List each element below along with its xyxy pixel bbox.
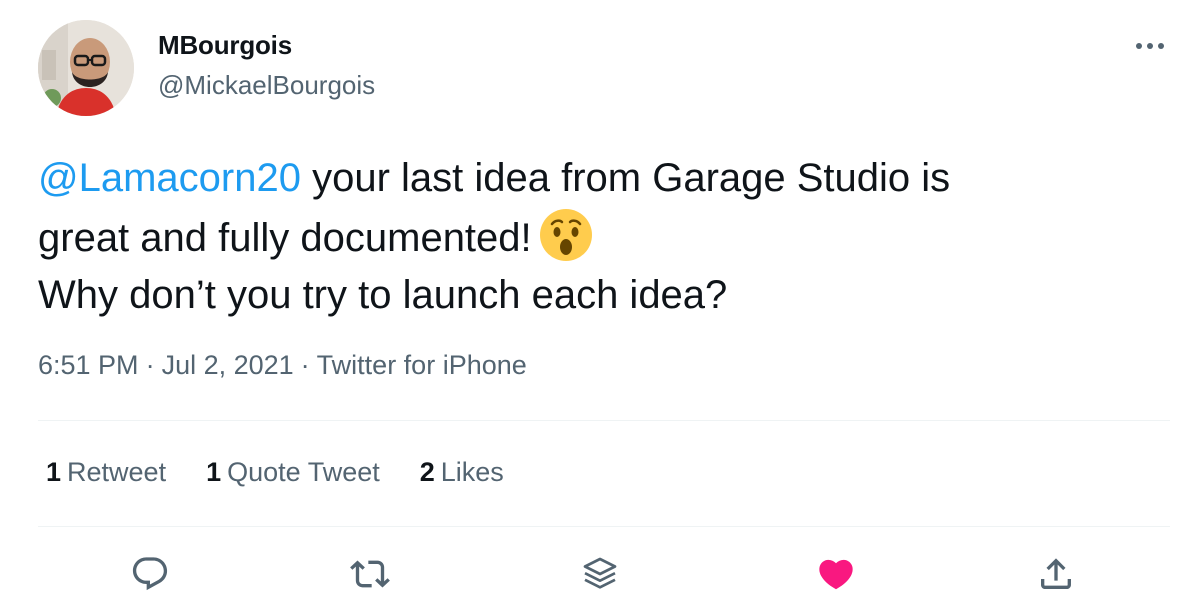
hushed-face-emoji-icon [538, 207, 594, 263]
heart-filled-icon [819, 559, 853, 590]
tweet-text: @Lamacorn20 your last idea from Garage S… [38, 150, 1148, 324]
meta-separator: · [300, 350, 310, 380]
more-options-button[interactable] [1128, 28, 1172, 64]
layers-icon [583, 557, 617, 589]
display-name[interactable]: MBourgois [158, 30, 292, 61]
tweet-line-2: great and fully documented! [38, 207, 1148, 267]
avatar-photo-icon [38, 20, 134, 116]
tweet-time-link[interactable]: 6:51 PM [38, 350, 139, 380]
tweet-line-3: Why don’t you try to launch each idea? [38, 273, 728, 317]
divider [38, 420, 1170, 421]
quote-tweets-count: 1 [206, 457, 222, 487]
quote-tweets-label: Quote Tweet [227, 457, 380, 487]
quote-tweets-stat[interactable]: 1 Quote Tweet [206, 457, 380, 488]
likes-stat[interactable]: 2 Likes [420, 457, 504, 488]
likes-label: Likes [440, 457, 504, 487]
retweets-count: 1 [46, 457, 62, 487]
more-dots-icon [1136, 43, 1164, 49]
retweets-label: Retweet [67, 457, 167, 487]
tweet-date-link[interactable]: Jul 2, 2021 [162, 350, 294, 380]
share-button[interactable] [1030, 548, 1082, 600]
likes-count: 2 [419, 457, 435, 487]
tweet-line-1-text: your last idea from Garage Studio is [300, 156, 951, 200]
reply-icon [132, 557, 168, 591]
share-icon [1041, 558, 1071, 589]
tweet-actions [0, 548, 1188, 600]
like-button[interactable] [810, 548, 862, 600]
meta-separator: · [145, 350, 155, 380]
tweet-source-link[interactable]: Twitter for iPhone [317, 350, 527, 380]
tweet-line-2-text: great and fully documented! [38, 216, 532, 260]
divider [38, 526, 1170, 527]
reply-button[interactable] [124, 548, 176, 600]
revue-button[interactable] [574, 548, 626, 600]
retweet-button[interactable] [344, 548, 396, 600]
user-avatar[interactable] [38, 20, 134, 116]
tweet-line-1: @Lamacorn20 your last idea from Garage S… [38, 150, 1148, 207]
tweet: MBourgois @MickaelBourgois @Lamacorn20 y… [0, 0, 1188, 612]
retweet-icon [350, 560, 390, 588]
tweet-stats: 1 Retweet 1 Quote Tweet 2 Likes [46, 457, 504, 488]
tweet-meta: 6:51 PM · Jul 2, 2021 · Twitter for iPhone [38, 350, 527, 381]
mention-link[interactable]: @Lamacorn20 [38, 156, 301, 200]
retweets-stat[interactable]: 1 Retweet [46, 457, 166, 488]
user-handle[interactable]: @MickaelBourgois [158, 70, 375, 101]
